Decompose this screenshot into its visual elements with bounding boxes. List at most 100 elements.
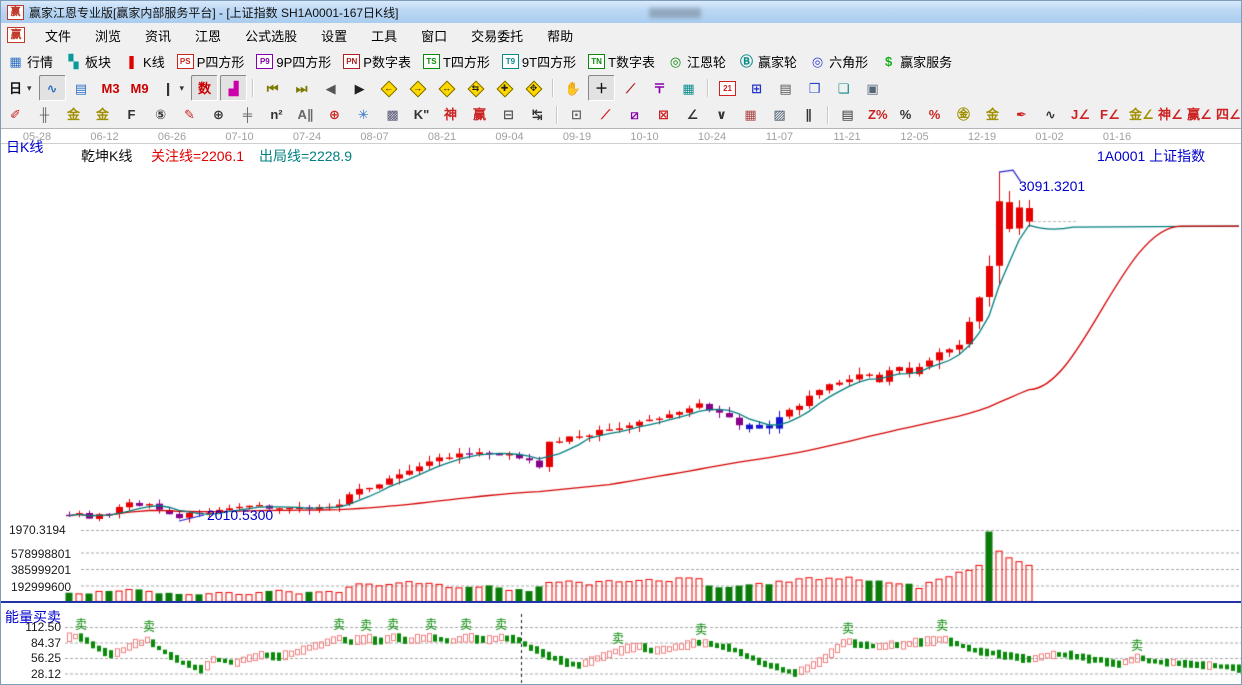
draw-pen-button[interactable]: ✐ bbox=[2, 102, 29, 128]
red-pen-button[interactable]: ✎ bbox=[176, 102, 203, 128]
grid-tool-button[interactable]: ╫ bbox=[31, 102, 58, 128]
percent-button[interactable]: % bbox=[892, 102, 919, 128]
ying-button[interactable]: 赢 bbox=[466, 102, 493, 128]
angle-fan-button[interactable]: ∠ bbox=[679, 102, 706, 128]
thin-candle-button[interactable]: ❙▾ bbox=[155, 75, 190, 101]
winner-service-button[interactable]: $赢家服务 bbox=[875, 48, 957, 74]
k-quote-button[interactable]: K" bbox=[408, 102, 435, 128]
a-channel-button[interactable]: A∥ bbox=[292, 102, 319, 128]
period-selector[interactable]: 日▾ bbox=[2, 75, 37, 101]
gold-grid2-button[interactable]: 金 bbox=[89, 102, 116, 128]
menu-item-9[interactable]: 帮助 bbox=[535, 23, 585, 48]
box-x-button[interactable]: ⊠ bbox=[650, 102, 677, 128]
diamond-move-button[interactable]: ✥ bbox=[520, 75, 547, 101]
menu-item-5[interactable]: 设置 bbox=[309, 23, 359, 48]
ying-angle-button[interactable]: 赢∠ bbox=[1182, 102, 1209, 128]
starburst-icon: ✳ bbox=[355, 106, 372, 123]
box-plus-button[interactable]: ⊡ bbox=[563, 102, 590, 128]
web-button[interactable]: ❏ bbox=[830, 75, 857, 101]
t-square-button[interactable]: TST四方形 bbox=[418, 48, 495, 74]
notes-button[interactable]: ▤ bbox=[772, 75, 799, 101]
diamond-right-button[interactable]: → bbox=[404, 75, 431, 101]
matrix-button[interactable]: ▩ bbox=[379, 102, 406, 128]
fan-box-button[interactable]: ⧄ bbox=[621, 102, 648, 128]
gold-grid1-button[interactable]: 金 bbox=[60, 102, 87, 128]
p-square-button[interactable]: PSP四方形 bbox=[172, 48, 250, 74]
menu-item-8[interactable]: 交易委托 bbox=[459, 23, 535, 48]
date-tick-label: 01-02 bbox=[1028, 131, 1072, 143]
menu-item-7[interactable]: 窗口 bbox=[409, 23, 459, 48]
f-angle-button[interactable]: F∠ bbox=[1095, 102, 1122, 128]
target-red-button[interactable]: ⊕ bbox=[321, 102, 348, 128]
f10-report-button[interactable]: ▤ bbox=[68, 75, 95, 101]
percent-line-button[interactable]: % bbox=[921, 102, 948, 128]
grid-small-button[interactable]: ╪ bbox=[234, 102, 261, 128]
crosshair-button[interactable]: ＋ bbox=[588, 75, 615, 101]
parallel-button[interactable]: ∥ bbox=[795, 102, 822, 128]
hexagon-button[interactable]: ◎六角形 bbox=[804, 48, 873, 74]
ruler-button[interactable]: ⊟ bbox=[495, 102, 522, 128]
gann-tool-button[interactable]: 〒 bbox=[646, 75, 673, 101]
number-chart-button[interactable]: 数 bbox=[191, 75, 218, 101]
grid-red-button[interactable]: ▦ bbox=[737, 102, 764, 128]
diamond-cross-button[interactable]: ✚ bbox=[491, 75, 518, 101]
wave-a-button[interactable]: ∿ bbox=[1037, 102, 1064, 128]
fan-red-button[interactable]: ⟋ bbox=[592, 102, 619, 128]
gann-wheel-button[interactable]: ◎江恩轮 bbox=[662, 48, 731, 74]
prev-button[interactable]: ◀ bbox=[317, 75, 344, 101]
n2-button[interactable]: n² bbox=[263, 102, 290, 128]
spiral-button[interactable]: ⑤ bbox=[147, 102, 174, 128]
clock-circle-button[interactable]: ⊕ bbox=[205, 102, 232, 128]
p9-badge-icon: P9 bbox=[256, 54, 273, 69]
menu-item-6[interactable]: 工具 bbox=[359, 23, 409, 48]
wave3-button[interactable]: M3 bbox=[97, 75, 124, 101]
si-angle-button[interactable]: 四∠ bbox=[1211, 102, 1238, 128]
histogram-button[interactable]: ▟ bbox=[220, 75, 247, 101]
save-button[interactable]: ❒ bbox=[801, 75, 828, 101]
p-number-table-button[interactable]: PNP数字表 bbox=[338, 48, 416, 74]
menu-item-0[interactable]: 文件 bbox=[33, 23, 83, 48]
grid-arrow-button[interactable]: ▨ bbox=[766, 102, 793, 128]
t-number-table-button[interactable]: TNT数字表 bbox=[583, 48, 660, 74]
first-page-button[interactable]: ⏮ bbox=[259, 75, 286, 101]
market-quotes-button[interactable]: ▦行情 bbox=[2, 48, 58, 74]
menu-item-3[interactable]: 江恩 bbox=[183, 23, 233, 48]
diamond-left-button[interactable]: ← bbox=[375, 75, 402, 101]
shen-icon: 神 bbox=[442, 106, 459, 123]
stats-button[interactable]: ▤ bbox=[834, 102, 861, 128]
zigzag-button[interactable]: ∨ bbox=[708, 102, 735, 128]
zpercent-button[interactable]: Z% bbox=[863, 102, 890, 128]
compress-button[interactable]: ▦ bbox=[675, 75, 702, 101]
trendline-button[interactable]: ⟋ bbox=[617, 75, 644, 101]
gold-angle-button[interactable]: 金∠ bbox=[1124, 102, 1151, 128]
9p-square-button[interactable]: P99P四方形 bbox=[251, 48, 336, 74]
next-button[interactable]: ▶ bbox=[346, 75, 373, 101]
curve-zoom-button[interactable]: ∿ bbox=[39, 75, 66, 101]
last-page-button[interactable]: ⏭ bbox=[288, 75, 315, 101]
diamond-swap-button[interactable]: ⇆ bbox=[462, 75, 489, 101]
menu-item-2[interactable]: 资讯 bbox=[133, 23, 183, 48]
shen-button[interactable]: 神 bbox=[437, 102, 464, 128]
brush-button[interactable]: ✒ bbox=[1008, 102, 1035, 128]
hand-pan-button[interactable]: ✋ bbox=[559, 75, 586, 101]
gold-line-button[interactable]: 金 bbox=[979, 102, 1006, 128]
menu-item-4[interactable]: 公式选股 bbox=[233, 23, 309, 48]
wave9-button[interactable]: M9 bbox=[126, 75, 153, 101]
width-button[interactable]: ↹ bbox=[524, 102, 551, 128]
kline-button[interactable]: ❚K线 bbox=[118, 48, 170, 74]
9t-square-button[interactable]: T99T四方形 bbox=[497, 48, 581, 74]
print-button[interactable]: ▣ bbox=[859, 75, 886, 101]
gold-circle-button[interactable]: ㊎ bbox=[950, 102, 977, 128]
title-bar[interactable]: 赢 赢家江恩专业版[赢家内部服务平台] - [上证指数 SH1A0001-167… bbox=[1, 1, 1241, 24]
wave-a-icon: ∿ bbox=[1042, 106, 1059, 123]
calendar-button[interactable]: 21 bbox=[714, 75, 741, 101]
sectors-button[interactable]: ▚板块 bbox=[60, 48, 116, 74]
starburst-button[interactable]: ✳ bbox=[350, 102, 377, 128]
menu-item-1[interactable]: 浏览 bbox=[83, 23, 133, 48]
shen-angle-button[interactable]: 神∠ bbox=[1153, 102, 1180, 128]
calculator-button[interactable]: ⊞ bbox=[743, 75, 770, 101]
j-angle-button[interactable]: J∠ bbox=[1066, 102, 1093, 128]
diamond-hswap-button[interactable]: ↔ bbox=[433, 75, 460, 101]
f-grid-button[interactable]: F bbox=[118, 102, 145, 128]
winner-wheel-button[interactable]: Ⓑ赢家轮 bbox=[733, 48, 802, 74]
